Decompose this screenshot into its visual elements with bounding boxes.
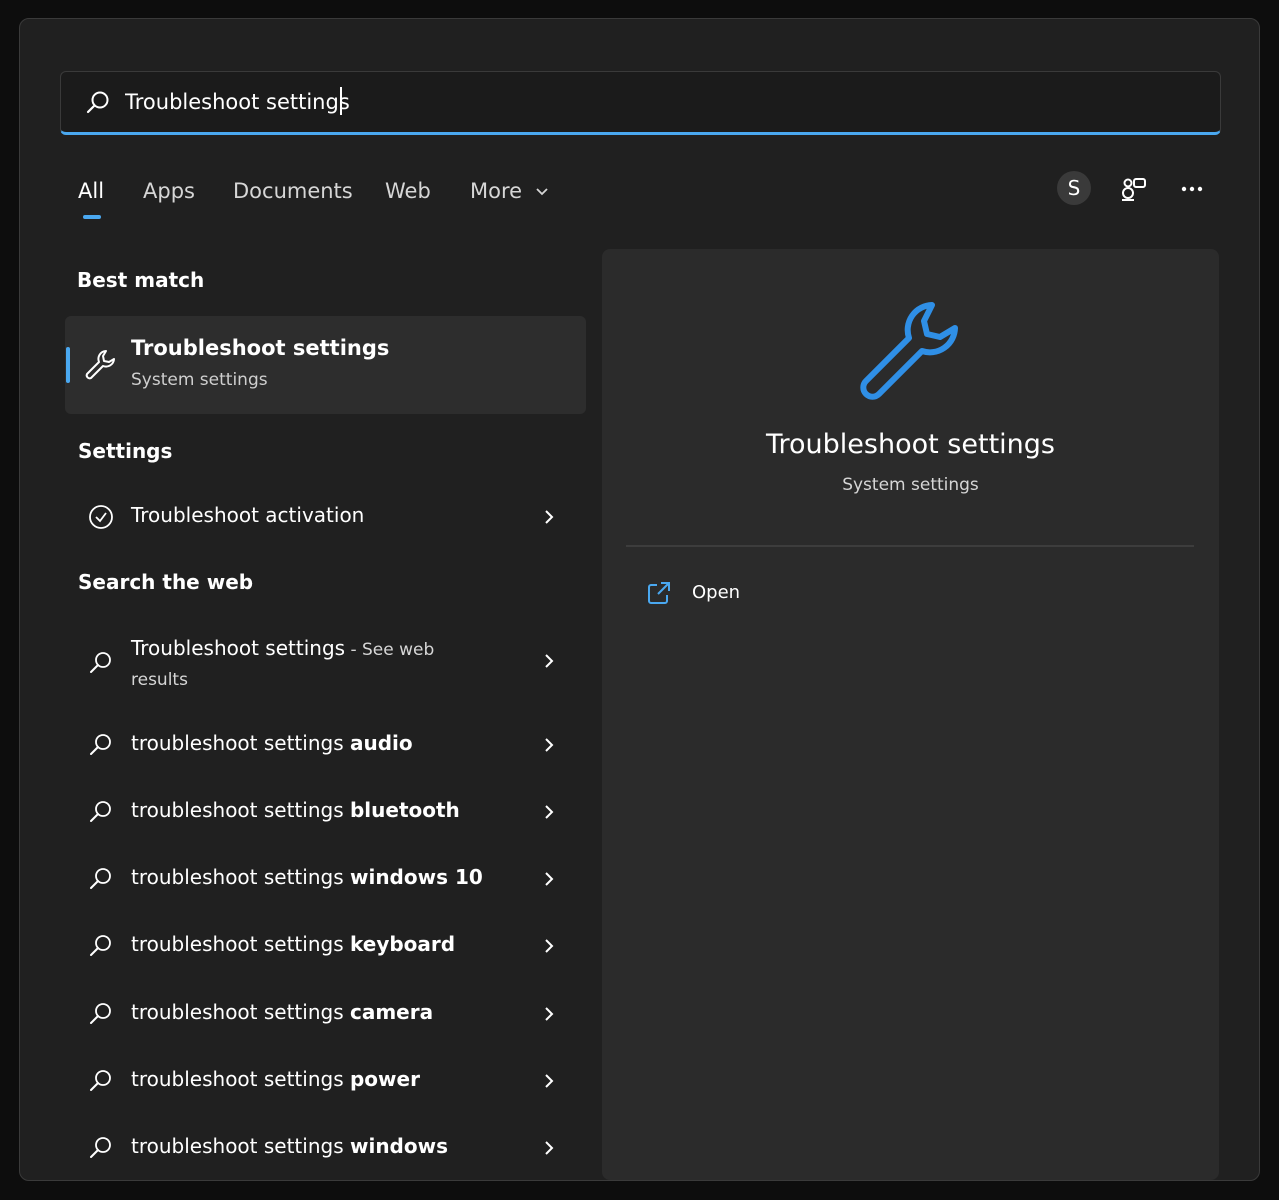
search-icon	[90, 1137, 111, 1158]
preview-title: Troubleshoot settings	[766, 429, 1055, 460]
web-result-suffix: - See web	[345, 640, 435, 660]
selection-accent	[66, 347, 70, 383]
preview-subtitle: System settings	[842, 475, 979, 495]
suggestion-term: keyboard	[349, 932, 456, 956]
preview-divider	[626, 545, 1194, 547]
search-icon	[90, 1070, 111, 1091]
settings-heading: Settings	[78, 439, 173, 463]
list-item[interactable]: troubleshoot settings audio	[65, 715, 586, 775]
suggestion-term: camera	[349, 1000, 434, 1024]
chevron-right-icon	[545, 805, 554, 819]
suggestion-prefix: troubleshoot settings	[131, 932, 350, 956]
web-result-title: Troubleshoot settings	[131, 636, 346, 660]
tab-all[interactable]: All	[78, 179, 104, 203]
list-item[interactable]: troubleshoot settings power	[65, 1051, 586, 1111]
search-icon	[90, 1003, 111, 1024]
more-options-icon[interactable]	[1176, 173, 1208, 205]
list-item[interactable]: Troubleshoot activation	[65, 487, 586, 547]
tab-more-label: More	[470, 179, 523, 203]
active-tab-indicator	[83, 215, 101, 219]
web-result-label: Troubleshoot settings - See web	[131, 636, 434, 660]
suggestion-prefix: troubleshoot settings	[131, 798, 350, 822]
list-item[interactable]: troubleshoot settings bluetooth	[65, 782, 586, 842]
chevron-right-icon	[545, 1141, 554, 1155]
preview-pane: Troubleshoot settings System settings Op…	[602, 249, 1219, 1180]
list-item-label: troubleshoot settings keyboard	[131, 932, 455, 956]
devices-icon[interactable]	[1118, 173, 1150, 205]
suggestion-prefix: troubleshoot settings	[131, 731, 350, 755]
chevron-right-icon	[545, 738, 554, 752]
search-icon	[90, 734, 111, 755]
chevron-right-icon	[545, 939, 554, 953]
list-item[interactable]: troubleshoot settings camera	[65, 984, 586, 1044]
chevron-right-icon	[545, 1074, 554, 1088]
list-item-label: troubleshoot settings camera	[131, 1000, 433, 1024]
suggestion-prefix: troubleshoot settings	[131, 1134, 350, 1158]
suggestion-prefix: troubleshoot settings	[131, 1067, 350, 1091]
list-item-label: troubleshoot settings bluetooth	[131, 798, 460, 822]
list-item[interactable]: troubleshoot settings keyboard	[65, 916, 586, 976]
chevron-down-icon	[536, 188, 548, 196]
best-match-subtitle: System settings	[131, 370, 268, 390]
search-icon	[90, 652, 111, 673]
search-input[interactable]	[125, 84, 1175, 120]
check-circle-icon	[89, 505, 113, 529]
wrench-icon	[860, 302, 958, 400]
suggestion-term: audio	[349, 731, 413, 755]
list-item-label: troubleshoot settings windows	[131, 1134, 448, 1158]
web-result-see-results[interactable]: Troubleshoot settings - See web results	[65, 631, 586, 711]
best-match-result[interactable]: Troubleshoot settings System settings	[65, 316, 586, 414]
tab-documents[interactable]: Documents	[233, 179, 353, 203]
list-item[interactable]: troubleshoot settings windows	[65, 1118, 586, 1178]
chevron-right-icon	[545, 654, 554, 668]
search-icon	[86, 91, 109, 114]
chevron-right-icon	[545, 510, 554, 524]
best-match-heading: Best match	[77, 268, 205, 292]
open-label: Open	[692, 582, 741, 603]
suggestion-term: windows	[349, 1134, 448, 1158]
search-icon	[90, 868, 111, 889]
list-item-label: troubleshoot settings audio	[131, 731, 413, 755]
wrench-icon	[85, 350, 115, 380]
search-icon	[90, 801, 111, 822]
suggestion-prefix: troubleshoot settings	[131, 865, 350, 889]
account-avatar[interactable]: S	[1057, 171, 1091, 205]
tab-more[interactable]: More	[470, 179, 549, 203]
web-result-suffix-line2: results	[131, 670, 188, 690]
search-web-heading: Search the web	[78, 570, 254, 594]
suggestion-term: power	[349, 1067, 420, 1091]
open-external-icon	[648, 582, 670, 604]
tab-web[interactable]: Web	[385, 179, 431, 203]
best-match-title: Troubleshoot settings	[131, 336, 390, 360]
suggestion-prefix: troubleshoot settings	[131, 1000, 350, 1024]
list-item[interactable]: troubleshoot settings windows 10	[65, 849, 586, 909]
list-item-label: troubleshoot settings windows 10	[131, 865, 483, 889]
suggestion-term: bluetooth	[349, 798, 460, 822]
search-flyout: All Apps Documents Web More S Best match…	[19, 18, 1260, 1181]
list-item-label: Troubleshoot activation	[131, 503, 365, 527]
tab-apps[interactable]: Apps	[143, 179, 195, 203]
list-item-label: troubleshoot settings power	[131, 1067, 420, 1091]
search-box[interactable]	[60, 71, 1221, 135]
search-icon	[90, 935, 111, 956]
chevron-right-icon	[545, 872, 554, 886]
suggestion-term: windows 10	[349, 865, 483, 889]
text-caret	[340, 87, 342, 115]
chevron-right-icon	[545, 1007, 554, 1021]
